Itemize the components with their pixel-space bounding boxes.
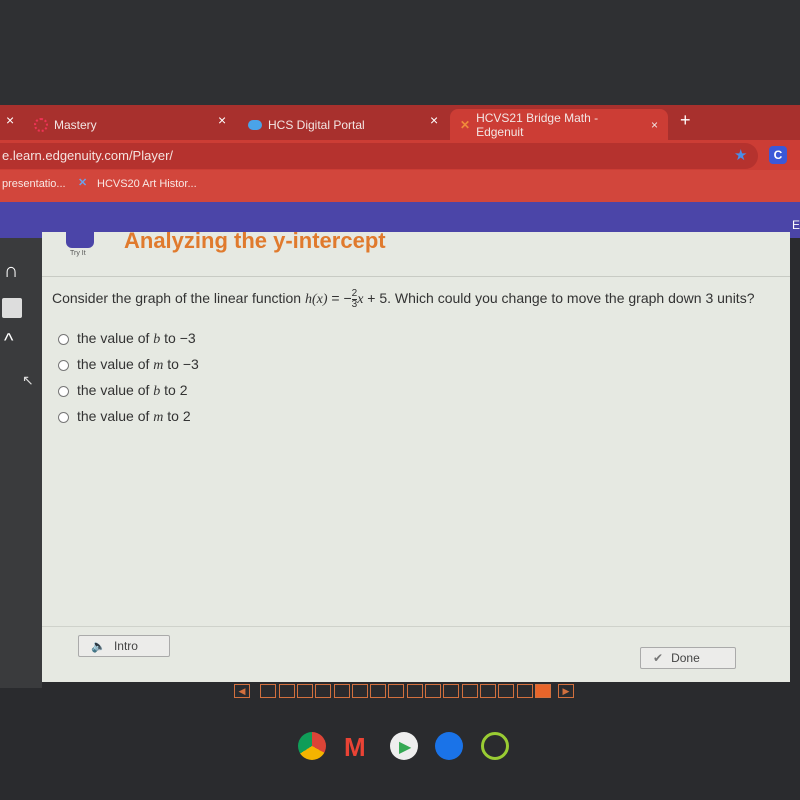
cursor-icon: ↖ <box>22 372 34 388</box>
divider <box>42 276 790 277</box>
edgenuity-icon: ✕ <box>460 117 471 132</box>
answer-option[interactable]: the value of m to −3 <box>58 356 199 374</box>
screen-bezel <box>0 0 800 105</box>
close-tab-icon[interactable]: × <box>218 112 226 128</box>
weather-app-icon[interactable] <box>481 732 509 760</box>
bookmark-item[interactable]: HCVS20 Art Histor... <box>97 178 197 190</box>
header-text: E <box>792 218 800 232</box>
radio-button[interactable] <box>58 411 69 423</box>
page-15[interactable] <box>516 684 533 698</box>
page-6[interactable] <box>351 684 368 698</box>
page-9[interactable] <box>406 684 423 698</box>
page-12[interactable] <box>461 684 478 698</box>
radio-button[interactable] <box>58 385 69 397</box>
bookmarks-bar: presentatio... ✕ HCVS20 Art Histor... <box>0 170 800 202</box>
profile-icon[interactable]: C <box>769 146 787 164</box>
chrome-icon[interactable] <box>298 732 326 760</box>
radio-button[interactable] <box>58 333 69 345</box>
page-7[interactable] <box>370 684 387 698</box>
highlighter-icon[interactable]: ^ <box>4 330 13 353</box>
divider <box>42 626 790 627</box>
star-icon[interactable]: ★ <box>734 146 747 164</box>
page-3[interactable] <box>296 684 313 698</box>
page-4[interactable] <box>315 684 332 698</box>
answer-option[interactable]: the value of m to 2 <box>58 408 191 426</box>
files-icon[interactable] <box>435 732 463 760</box>
speaker-icon: 🔈 <box>91 639 106 653</box>
play-store-icon[interactable]: ▶ <box>390 732 418 760</box>
new-tab-button[interactable]: + <box>680 110 691 131</box>
page-8[interactable] <box>388 684 405 698</box>
checkmark-icon: ✔ <box>653 651 664 665</box>
page-1[interactable] <box>260 684 277 698</box>
headphones-icon[interactable]: ∩ <box>4 260 18 283</box>
answer-option[interactable]: the value of b to −3 <box>58 330 196 348</box>
tab-mastery[interactable]: Mastery <box>34 109 97 140</box>
tab-bar: × Mastery × HCS Digital Portal × ✕ HCVS21… <box>0 105 800 140</box>
page-5[interactable] <box>333 684 350 698</box>
tab-edgenuity[interactable]: ✕ HCVS21 Bridge Math - Edgenuit × <box>450 109 668 140</box>
page-14[interactable] <box>498 684 515 698</box>
next-page-button[interactable]: ▶ <box>558 684 574 698</box>
page-13[interactable] <box>479 684 496 698</box>
radio-button[interactable] <box>58 359 69 371</box>
bookmark-item[interactable]: presentatio... <box>2 178 66 190</box>
page-16[interactable] <box>534 684 551 698</box>
close-tab-icon[interactable]: × <box>430 112 438 128</box>
try-it-label: Try It <box>70 250 86 257</box>
answer-option[interactable]: the value of b to 2 <box>58 382 188 400</box>
page-2[interactable] <box>278 684 295 698</box>
close-tab-icon[interactable]: × <box>651 118 658 132</box>
page-10[interactable] <box>425 684 441 698</box>
address-bar: e.learn.edgenuity.com/Player/ ★ C <box>0 140 800 170</box>
cloud-icon <box>248 119 262 130</box>
url-input[interactable]: e.learn.edgenuity.com/Player/ <box>0 143 758 169</box>
loading-icon <box>34 117 48 132</box>
close-tab-icon[interactable]: × <box>6 112 14 128</box>
lesson-title: Analyzing the y-intercept <box>124 228 386 253</box>
gmail-icon[interactable]: M <box>344 732 366 763</box>
edgenuity-icon: ✕ <box>78 177 88 189</box>
question-text: Consider the graph of the linear functio… <box>52 288 755 310</box>
calculator-icon[interactable] <box>2 298 22 318</box>
tool-sidebar: ∩ ^ ↖ <box>0 238 42 688</box>
prev-page-button[interactable]: ◀ <box>234 684 250 698</box>
try-it-tab-icon[interactable] <box>66 232 94 248</box>
done-button[interactable]: ✔ Done <box>640 647 736 669</box>
tab-hcs-portal[interactable]: HCS Digital Portal <box>248 109 365 140</box>
page-11[interactable] <box>443 684 460 698</box>
intro-button[interactable]: 🔈 Intro <box>78 635 170 657</box>
